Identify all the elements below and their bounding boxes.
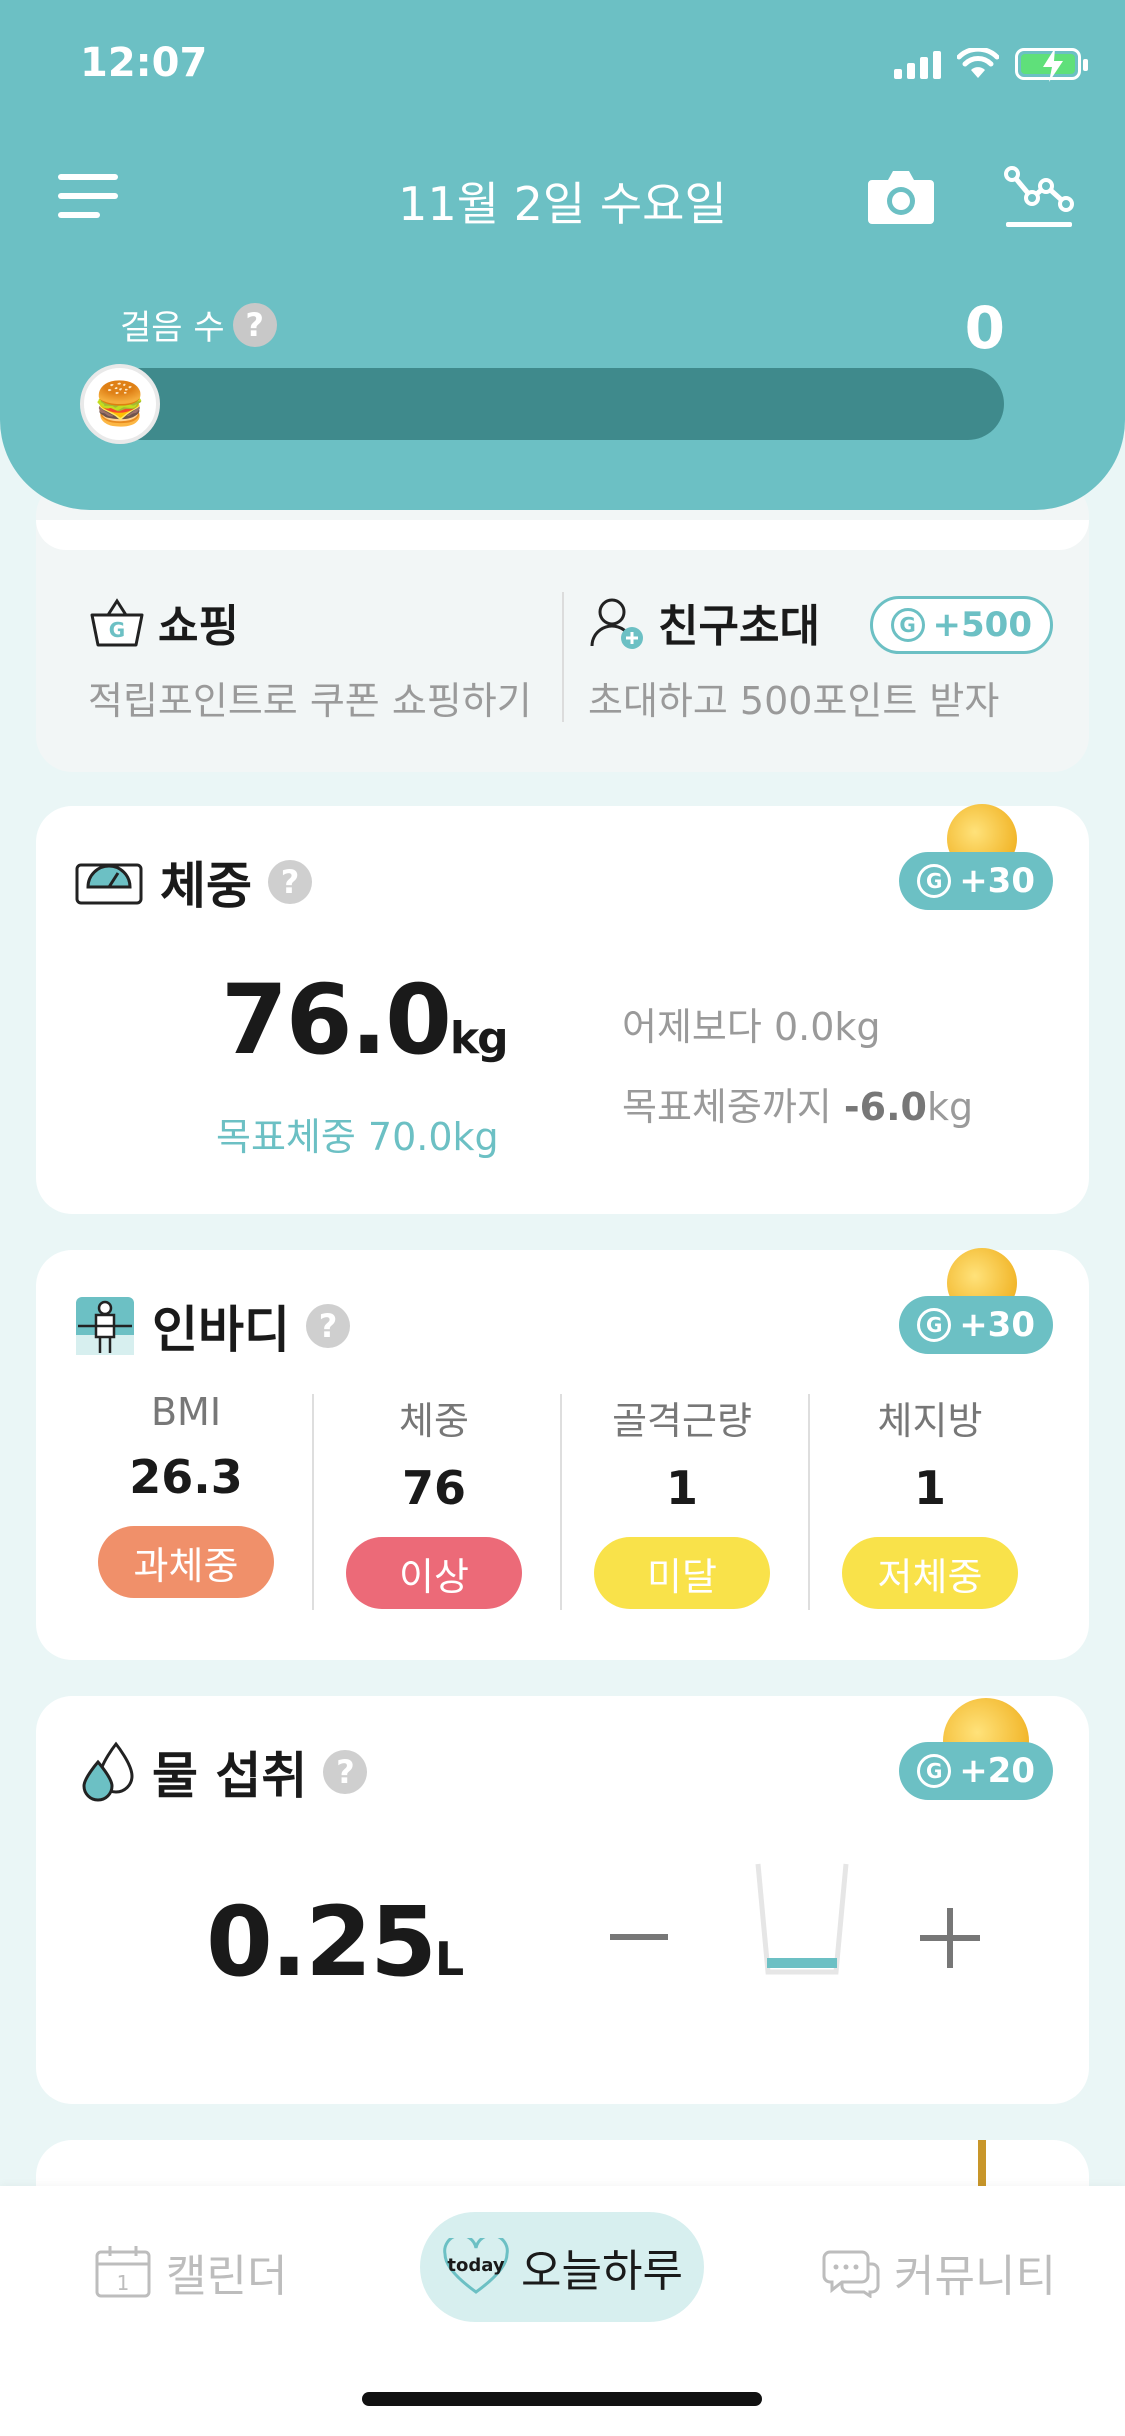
- battery-icon: [1015, 48, 1088, 82]
- home-indicator: [362, 2392, 762, 2406]
- steps-help-icon[interactable]: ?: [232, 302, 277, 347]
- invite-friend-icon: [590, 598, 643, 649]
- status-badge: 과체중: [98, 1526, 274, 1598]
- weight-goal: 목표체중 70.0kg: [216, 1115, 499, 1159]
- weight-reward-badge: G +30: [899, 852, 1053, 910]
- inbody-card[interactable]: 인바디 ? G +30 BMI 26.3 과체중 체중 76 이상 골격근량 1…: [36, 1248, 1089, 1660]
- water-drop-icon: [82, 1741, 134, 1802]
- card-edge: [36, 520, 1089, 550]
- water-increase-button[interactable]: [920, 1908, 980, 1968]
- water-cup-icon: [755, 1863, 849, 1975]
- steps-progress-bar: [84, 368, 1004, 440]
- today-badge: today: [447, 2255, 504, 2276]
- scale-icon: [75, 863, 143, 905]
- status-badge: 저체중: [842, 1537, 1018, 1609]
- stat-skeletal-muscle: 골격근량 1 미달: [558, 1390, 806, 1609]
- stat-body-fat: 체지방 1 저체중: [806, 1390, 1054, 1609]
- header: 12:07 11월 2일 수요일 걸음 수 ? 0 🍔: [0, 0, 1125, 510]
- weight-title: 체중 ?: [74, 846, 312, 918]
- inbody-reward-badge: G +30: [899, 1296, 1053, 1354]
- water-reward-badge: G +20: [899, 1742, 1053, 1800]
- inbody-help-icon[interactable]: ?: [306, 1304, 350, 1348]
- water-help-icon[interactable]: ?: [323, 1750, 368, 1794]
- water-card[interactable]: 물 섭취 ? G +20 0.25L: [36, 1696, 1089, 2104]
- status-icons: [894, 48, 1088, 82]
- camera-icon[interactable]: [866, 166, 936, 226]
- status-badge: 미달: [594, 1537, 770, 1609]
- divider: [562, 592, 564, 722]
- chat-bubble-icon: [822, 2250, 880, 2298]
- point-coin-icon: G: [917, 864, 952, 898]
- graph-icon[interactable]: [1004, 160, 1074, 232]
- weight-vs-yesterday: 어제보다 0.0kg: [622, 1005, 881, 1049]
- today-heart-icon: today: [443, 2238, 509, 2294]
- point-coin-icon: G: [890, 608, 925, 642]
- status-time: 12:07: [80, 40, 208, 86]
- shopping-basket-icon: G: [90, 598, 144, 647]
- wifi-icon: [957, 48, 999, 78]
- tab-today[interactable]: today 오늘하루: [420, 2212, 704, 2322]
- status-badge: 이상: [346, 1537, 522, 1609]
- water-value: 0.25L: [206, 1886, 464, 1998]
- tab-community[interactable]: 커뮤니티: [822, 2240, 1056, 2304]
- shopping-link[interactable]: G 쇼핑 적립포인트로 쿠폰 쇼핑하기: [88, 590, 532, 725]
- point-coin-icon: G: [917, 1308, 952, 1342]
- steps-count: 0: [964, 294, 1005, 362]
- date-title[interactable]: 11월 2일 수요일: [0, 168, 1125, 234]
- svg-text:G: G: [109, 618, 125, 642]
- water-decrease-button[interactable]: [610, 1934, 668, 1940]
- stat-bmi: BMI 26.3 과체중: [62, 1390, 310, 1598]
- weight-value: 76.0kg: [221, 964, 509, 1076]
- water-title: 물 섭취 ?: [80, 1736, 368, 1808]
- weight-card[interactable]: 체중 ? G +30 76.0kg 목표체중 70.0kg 어제보다 0.0kg…: [36, 804, 1089, 1214]
- calendar-icon: 1: [95, 2246, 151, 2298]
- point-coin-icon: G: [917, 1754, 952, 1788]
- weight-help-icon[interactable]: ?: [268, 860, 312, 904]
- burger-icon: 🍔: [80, 364, 160, 444]
- invite-reward-badge: G +500: [869, 596, 1053, 654]
- svg-text:1: 1: [117, 2271, 130, 2295]
- inbody-icon: [76, 1297, 134, 1355]
- tab-calendar[interactable]: 1 캘린더: [94, 2240, 287, 2304]
- weight-to-goal: 목표체중까지 -6.0kg: [622, 1085, 974, 1129]
- cellular-signal-icon: [894, 49, 941, 79]
- stat-weight: 체중 76 이상: [310, 1390, 558, 1609]
- steps-label: 걸음 수 ?: [120, 300, 277, 349]
- inbody-title: 인바디 ?: [74, 1290, 350, 1362]
